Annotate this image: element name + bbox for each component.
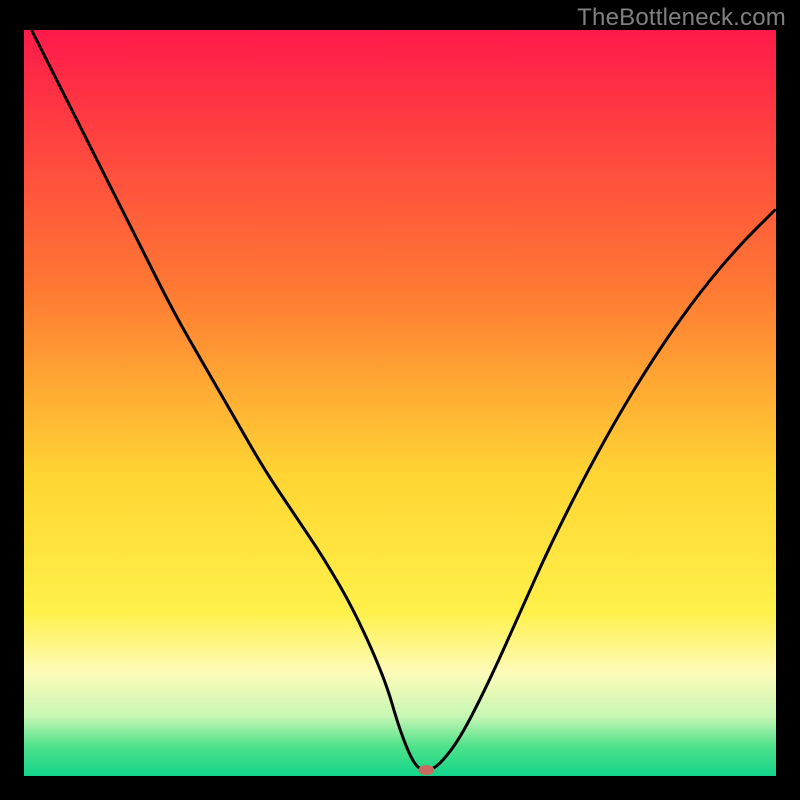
chart-frame: TheBottleneck.com — [0, 0, 800, 800]
optimal-point-marker — [418, 765, 434, 775]
watermark-label: TheBottleneck.com — [577, 4, 786, 32]
gradient-background — [24, 30, 776, 776]
chart-svg — [24, 30, 776, 776]
chart-plot-area — [24, 30, 776, 776]
